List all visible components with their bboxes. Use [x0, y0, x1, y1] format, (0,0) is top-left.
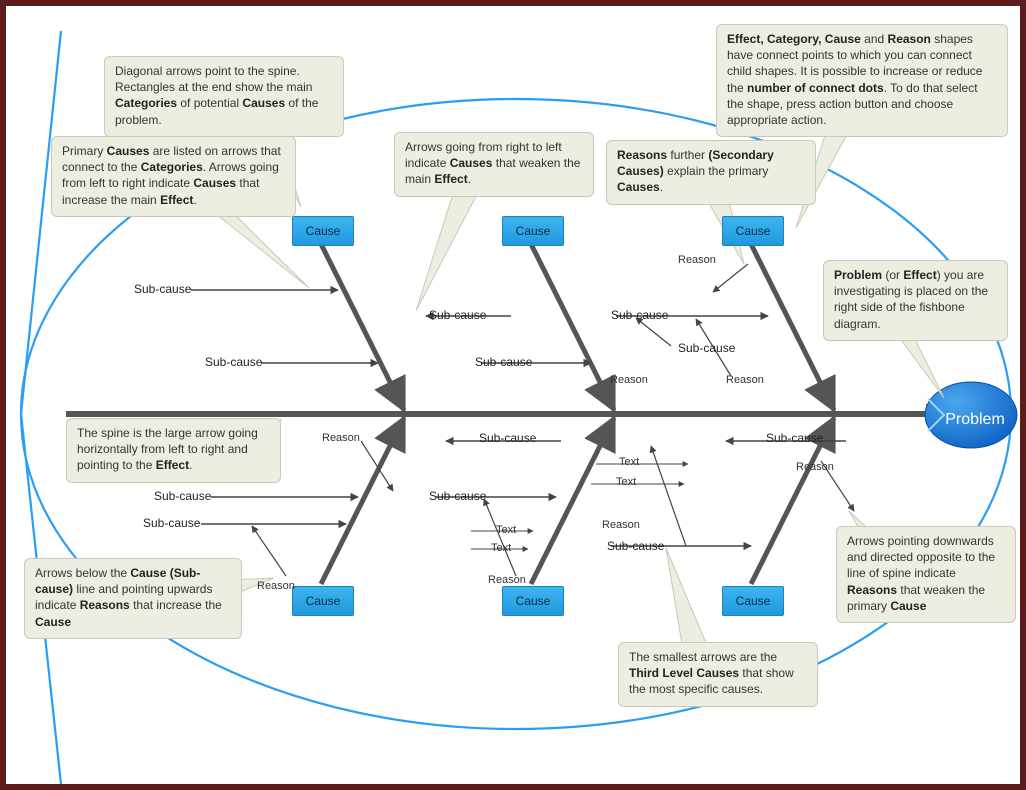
callout-connect: Effect, Category, Cause and Reason shape… — [716, 24, 1008, 137]
lbl-text: Text — [491, 542, 511, 554]
lbl-subcause: Sub-cause — [429, 489, 486, 503]
lbl-subcause: Sub-cause — [143, 516, 200, 530]
lbl-subcause: Sub-cause — [429, 308, 486, 322]
lbl-subcause: Sub-cause — [475, 355, 532, 369]
lbl-subcause: Sub-cause — [611, 308, 668, 322]
lbl-subcause: Sub-cause — [766, 431, 823, 445]
callout-spine: The spine is the large arrow going horiz… — [66, 418, 281, 483]
lbl-reason: Reason — [726, 374, 764, 386]
problem-node: Problem — [935, 389, 1015, 451]
callout-reasons-down: Arrows pointing downwards and directed o… — [836, 526, 1016, 623]
cause-bot-3: Cause — [722, 586, 784, 616]
lbl-subcause: Sub-cause — [607, 539, 664, 553]
callout-weaken: Arrows going from right to left indicate… — [394, 132, 594, 197]
lbl-text: Text — [496, 524, 516, 536]
callout-secondary: Reasons further (Secondary Causes) expla… — [606, 140, 816, 205]
cause-bot-2: Cause — [502, 586, 564, 616]
callout-problem-side: Problem (or Effect) you are investigatin… — [823, 260, 1008, 341]
lbl-reason: Reason — [678, 254, 716, 266]
lbl-reason: Reason — [610, 374, 648, 386]
callout-diagonal: Diagonal arrows point to the spine. Rect… — [104, 56, 344, 137]
lbl-text: Text — [619, 456, 639, 468]
lbl-subcause: Sub-cause — [154, 489, 211, 503]
callout-primary: Primary Causes are listed on arrows that… — [51, 136, 296, 217]
lbl-reason: Reason — [796, 461, 834, 473]
cause-bot-1: Cause — [292, 586, 354, 616]
lbl-reason: Reason — [257, 580, 295, 592]
cause-top-1: Cause — [292, 216, 354, 246]
callout-third: The smallest arrows are the Third Level … — [618, 642, 818, 707]
diagram-frame: { "problem": { "label": "Problem" }, "ca… — [0, 0, 1026, 790]
lbl-reason: Reason — [602, 519, 640, 531]
callout-reasons-up: Arrows below the Cause (Sub-cause) line … — [24, 558, 242, 639]
lbl-subcause: Sub-cause — [205, 355, 262, 369]
cause-top-2: Cause — [502, 216, 564, 246]
lbl-text: Text — [616, 476, 636, 488]
lbl-subcause: Sub-cause — [134, 282, 191, 296]
cause-top-3: Cause — [722, 216, 784, 246]
lbl-subcause: Sub-cause — [678, 341, 735, 355]
lbl-subcause: Sub-cause — [479, 431, 536, 445]
lbl-reason: Reason — [322, 432, 360, 444]
lbl-reason: Reason — [488, 574, 526, 586]
